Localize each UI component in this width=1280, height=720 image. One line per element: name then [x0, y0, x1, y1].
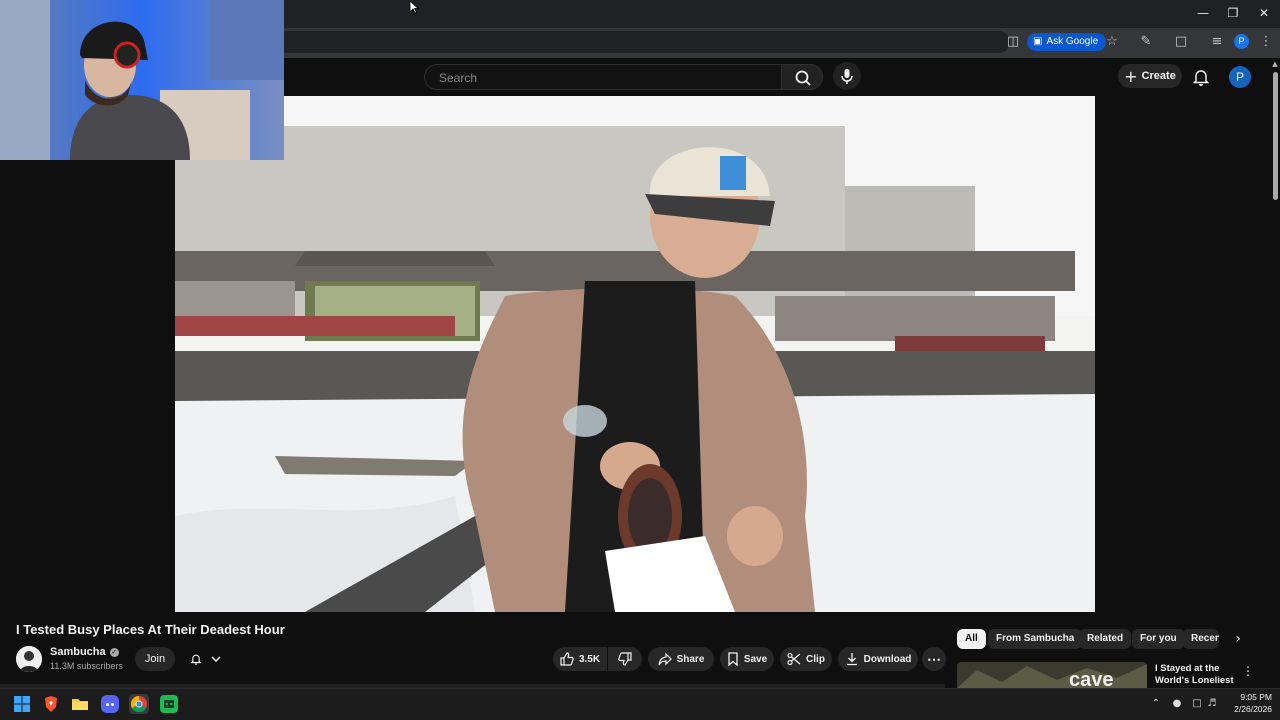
media-controls-icon[interactable]: ≡: [1207, 33, 1227, 51]
windows-start-icon[interactable]: [12, 694, 32, 714]
like-count: 3.5K: [578, 653, 601, 665]
video-title: I Tested Busy Places At Their Deadest Ho…: [16, 622, 285, 637]
network-tray-icon[interactable]: □: [1191, 697, 1203, 711]
app-icon[interactable]: [159, 694, 179, 714]
chip-recent[interactable]: Recen: [1183, 629, 1219, 649]
minimize-button[interactable]: —: [1188, 4, 1218, 22]
dislike-button[interactable]: [608, 647, 642, 671]
file-explorer-icon[interactable]: [70, 694, 90, 714]
thumbs-down-icon: [618, 652, 632, 666]
volume-tray-icon[interactable]: ♬: [1206, 697, 1218, 711]
chrome-icon[interactable]: [129, 694, 149, 714]
channel-name-row[interactable]: Sambucha ✓: [50, 646, 119, 658]
save-label: Save: [743, 653, 768, 665]
mouse-cursor-icon: [409, 0, 420, 14]
windows-taskbar: [0, 688, 1280, 720]
channel-avatar[interactable]: [16, 646, 42, 672]
clip-label: Clip: [806, 653, 825, 665]
tab-search-icon[interactable]: □: [1171, 33, 1191, 51]
chevron-down-icon: [211, 656, 221, 663]
notifications-button[interactable]: [1190, 66, 1212, 88]
like-button[interactable]: 3.5K: [553, 647, 607, 671]
verified-check-icon: ✓: [109, 647, 119, 657]
join-button[interactable]: Join: [135, 647, 175, 671]
subscription-notification-button[interactable]: [181, 647, 229, 671]
chevron-right-icon[interactable]: ›: [1230, 631, 1246, 647]
webcam-image: [0, 0, 284, 160]
chip-related[interactable]: Related: [1079, 629, 1132, 649]
search-input[interactable]: [439, 69, 769, 87]
search-icon: [795, 70, 811, 86]
recommendation-thumbnail[interactable]: cave: [957, 662, 1147, 688]
video-frame: [175, 96, 1095, 612]
google-lens-icon: ▣: [1033, 36, 1043, 47]
close-window-button[interactable]: ✕: [1249, 4, 1279, 22]
webcam-overlay: [0, 0, 284, 160]
channel-name[interactable]: Sambucha: [50, 646, 106, 658]
scroll-up-arrow-icon[interactable]: ▲: [1271, 60, 1279, 68]
discord-icon[interactable]: [100, 694, 120, 714]
search-button[interactable]: [781, 64, 823, 90]
thumbnail-image: cave: [957, 662, 1147, 688]
share-button[interactable]: Share: [648, 647, 714, 671]
bookmark-star-icon[interactable]: ☆: [1102, 33, 1122, 51]
bookmark-icon: [728, 652, 738, 666]
microphone-tray-icon[interactable]: ●: [1171, 697, 1183, 711]
scissors-icon: [787, 652, 801, 666]
tray-overflow-icon[interactable]: ⌃: [1150, 697, 1162, 711]
more-actions-button[interactable]: ⋯: [922, 647, 946, 671]
download-button[interactable]: Download: [838, 647, 918, 671]
scrollbar-thumb[interactable]: [1273, 72, 1278, 200]
thumbs-up-icon: [560, 652, 574, 666]
download-icon: [846, 653, 857, 666]
extensions-icon[interactable]: ✎: [1136, 33, 1156, 51]
account-avatar[interactable]: P: [1229, 66, 1251, 88]
restore-button[interactable]: ❐: [1218, 4, 1248, 22]
create-label: Create: [1141, 70, 1176, 82]
cast-icon[interactable]: ◫: [1003, 33, 1023, 51]
chip-all[interactable]: All: [957, 629, 986, 649]
voice-search-button[interactable]: [833, 62, 861, 90]
plus-icon: +: [1124, 66, 1138, 86]
chip-for-you[interactable]: For you: [1132, 629, 1185, 649]
video-player[interactable]: [175, 96, 1095, 612]
subscriber-count: 11.3M subscribers: [50, 661, 123, 671]
save-button[interactable]: Save: [720, 647, 774, 671]
share-label: Share: [676, 653, 705, 665]
thumbnail-text: cave: [1069, 669, 1114, 688]
browser-menu-icon[interactable]: ⋮: [1256, 33, 1276, 51]
bell-icon: [1192, 70, 1210, 86]
channel-avatar-image: [16, 646, 42, 672]
search-box: [424, 64, 782, 90]
share-icon: [657, 652, 672, 666]
download-label: Download: [863, 653, 912, 665]
taskbar-time[interactable]: 9:05 PM: [1228, 692, 1272, 703]
clip-button[interactable]: Clip: [780, 647, 832, 671]
bell-icon: [190, 654, 202, 665]
taskbar-date[interactable]: 2/26/2026: [1222, 704, 1272, 715]
create-button[interactable]: + Create: [1118, 64, 1182, 88]
ask-google-button[interactable]: ▣ Ask Google: [1027, 33, 1107, 51]
brave-browser-icon[interactable]: [41, 694, 61, 714]
recommendation-menu-icon[interactable]: ⋮: [1242, 663, 1254, 679]
chip-from-channel[interactable]: From Sambucha: [988, 629, 1083, 649]
microphone-icon: [841, 69, 853, 84]
browser-profile-avatar[interactable]: P: [1234, 34, 1249, 49]
ask-google-label: Ask Google: [1046, 36, 1099, 47]
